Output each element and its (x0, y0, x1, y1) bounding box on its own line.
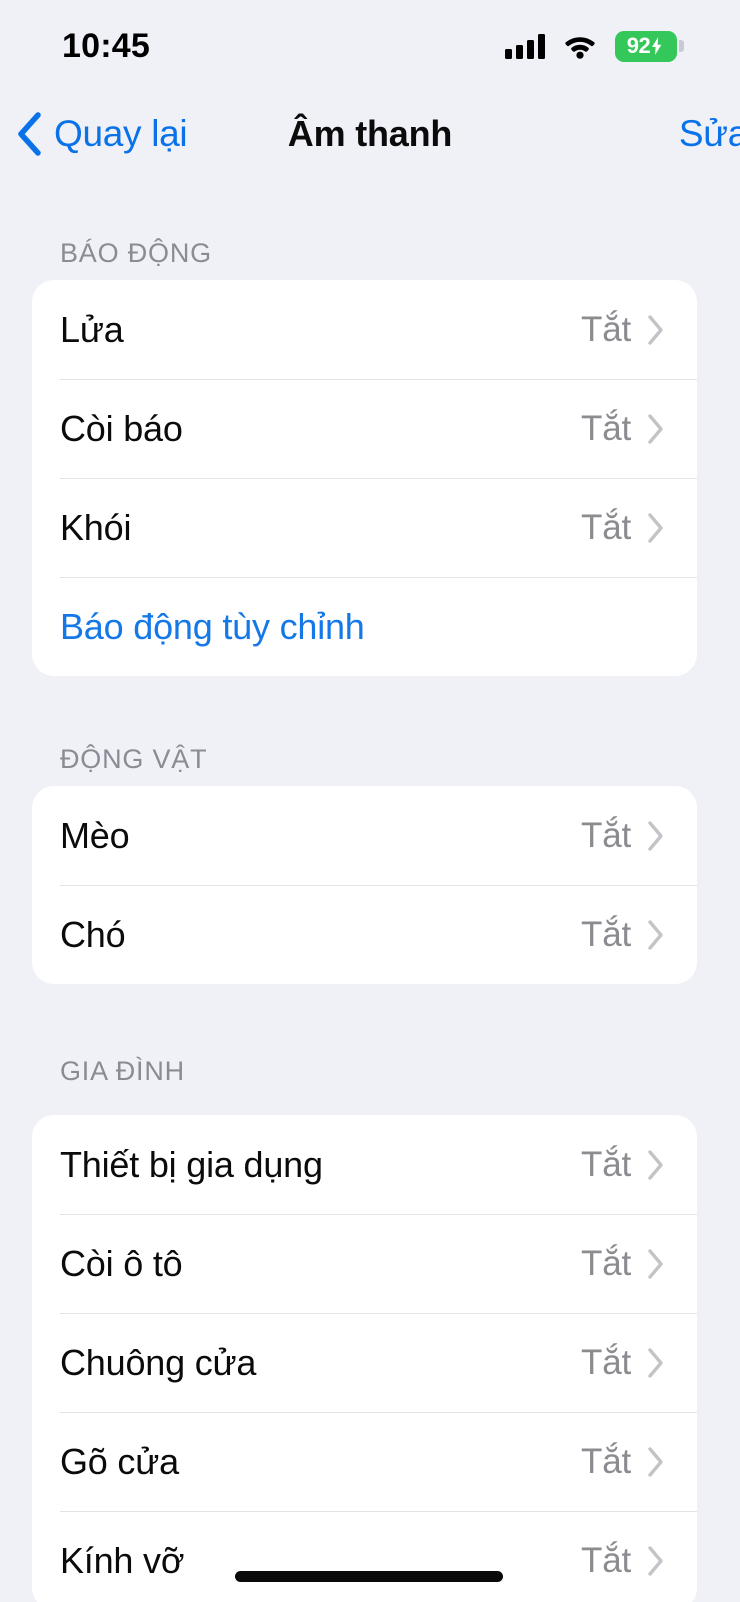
custom-alarm-action-row[interactable]: Báo động tùy chỉnh (32, 577, 697, 676)
status-icons: 92 (505, 30, 684, 62)
section-card-alarms: Lửa Tắt Còi báo Tắt Khói Tắt Báo động tù… (32, 280, 697, 676)
list-item[interactable]: Còi ô tô Tắt (32, 1214, 697, 1313)
row-value: Tắt (581, 1441, 631, 1481)
row-value: Tắt (581, 1342, 631, 1382)
battery-percent-label: 92 (626, 33, 651, 58)
chevron-right-icon (647, 1446, 665, 1478)
chevron-left-icon (14, 111, 44, 157)
list-item[interactable]: Lửa Tắt (32, 280, 697, 379)
row-label: Chuông cửa (60, 1341, 257, 1383)
list-item[interactable]: Mèo Tắt (32, 786, 697, 885)
home-indicator-bar[interactable] (235, 1571, 503, 1582)
back-button-label: Quay lại (54, 113, 188, 154)
row-label: Còi báo (60, 407, 183, 449)
battery-charging-icon: 92 (615, 30, 684, 62)
chevron-right-icon (647, 1545, 665, 1577)
wifi-icon (563, 33, 597, 59)
back-button[interactable]: Quay lại (14, 111, 188, 157)
section-header-alarms: BÁO ĐỘNG (60, 238, 212, 268)
section-card-household: Thiết bị gia dụng Tắt Còi ô tô Tắt Chuôn… (32, 1115, 697, 1602)
list-item[interactable]: Gõ cửa Tắt (32, 1412, 697, 1511)
edit-button[interactable]: Sửa (679, 113, 740, 155)
row-value: Tắt (581, 309, 631, 349)
phone-screen: 10:45 92 Âm thanh Quay lại Sửa BÁO ĐỘNG … (0, 0, 740, 1602)
row-label: Còi ô tô (60, 1242, 183, 1284)
row-label: Gõ cửa (60, 1440, 179, 1482)
chevron-right-icon (647, 1149, 665, 1181)
list-item[interactable]: Khói Tắt (32, 478, 697, 577)
row-label: Thiết bị gia dụng (60, 1143, 323, 1185)
row-label: Lửa (60, 308, 124, 350)
list-item[interactable]: Còi báo Tắt (32, 379, 697, 478)
chevron-right-icon (647, 512, 665, 544)
row-value: Tắt (581, 408, 631, 448)
row-label: Báo động tùy chỉnh (60, 605, 365, 647)
settings-list: BÁO ĐỘNG Lửa Tắt Còi báo Tắt Khói Tắt Bá… (0, 182, 740, 1602)
row-value: Tắt (581, 914, 631, 954)
section-header-household: GIA ĐÌNH (60, 1056, 185, 1086)
row-label: Khói (60, 506, 132, 548)
chevron-right-icon (647, 919, 665, 951)
list-item[interactable]: Chó Tắt (32, 885, 697, 984)
chevron-right-icon (647, 314, 665, 346)
row-value: Tắt (581, 1243, 631, 1283)
cellular-signal-icon (505, 33, 545, 59)
row-label: Chó (60, 913, 126, 955)
status-bar: 10:45 92 (0, 0, 740, 86)
navigation-bar: Âm thanh Quay lại Sửa (0, 86, 740, 182)
chevron-right-icon (647, 820, 665, 852)
row-label: Mèo (60, 814, 130, 856)
section-card-animals: Mèo Tắt Chó Tắt (32, 786, 697, 984)
list-item[interactable]: Kính vỡ Tắt (32, 1511, 697, 1602)
chevron-right-icon (647, 1347, 665, 1379)
chevron-right-icon (647, 413, 665, 445)
row-value: Tắt (581, 507, 631, 547)
row-value: Tắt (581, 815, 631, 855)
list-item[interactable]: Chuông cửa Tắt (32, 1313, 697, 1412)
status-time: 10:45 (62, 26, 150, 65)
section-header-animals: ĐỘNG VẬT (60, 744, 208, 774)
row-value: Tắt (581, 1144, 631, 1184)
charging-bolt-icon (652, 37, 662, 55)
chevron-right-icon (647, 1248, 665, 1280)
list-item[interactable]: Thiết bị gia dụng Tắt (32, 1115, 697, 1214)
row-value: Tắt (581, 1540, 631, 1580)
